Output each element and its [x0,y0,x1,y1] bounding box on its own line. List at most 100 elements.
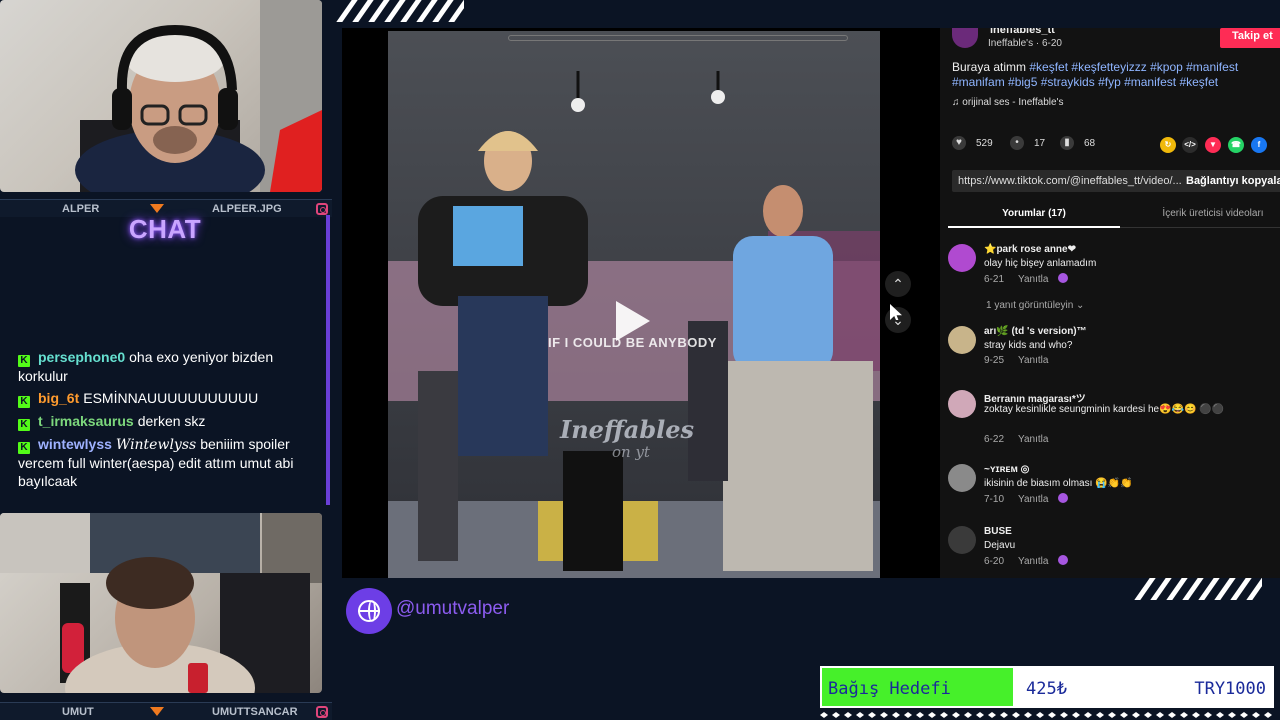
video-description: Buraya atimm #keşfet #keşfetteyizzz #kpo… [952,60,1272,90]
globe-icon [346,588,392,634]
instagram-icon [316,706,328,718]
comment-count: 17 [1034,138,1046,149]
comment-date: 6-22 [984,434,1005,445]
comment-text: Dejavu [984,540,1016,551]
send-icon[interactable]: ▼ [1205,137,1221,153]
kick-badge-icon: K [18,419,30,431]
chat-message: Kwintewlyss Wintewlyss beniiim spoiler ver… [18,435,318,490]
commenter-name[interactable]: ⭐park rose anne❤ [984,244,1076,255]
comment-text: ikisinin de biasım olması 😭👏👏 [984,478,1133,489]
comment-meta: 6-20 Yanıtla [984,555,1069,567]
commenter-name[interactable]: arı🌿 (td 's version)™ [984,326,1087,337]
donation-goal-target: TRY1000 [1194,679,1266,699]
chevron-down-icon [150,707,164,716]
panel-tabs: Yorumlar (17) İçerik üreticisi videoları [948,204,1280,228]
heart-icon[interactable]: ♥ [952,136,966,150]
share-url-box[interactable]: https://www.tiktok.com/@ineffables_tt/vi… [952,170,1280,192]
tiktok-side-panel: ineffables_tt Ineffable's · 6-20 Takip e… [940,28,1280,578]
reply-button[interactable]: Yanıtla [1018,434,1048,445]
streamer-handle: @umutvalper [396,598,510,619]
webcam-bottom-left-name: UMUT [62,706,94,718]
webcam-top [0,0,322,192]
follow-button[interactable]: Takip et [1220,28,1280,48]
video-progress-bar[interactable] [508,35,848,41]
comment-text: olay hiç bişey anlamadım [984,258,1097,269]
chat-username: persephone0 [38,349,126,365]
chat-title: CHAT [128,214,202,244]
chat-message: Kt_irmaksaurus derken skz [18,412,318,431]
view-replies-button[interactable]: 1 yanıt görüntüleyin ⌄ [986,300,1084,311]
comment-text: zoktay kesinlikle seungminin kardesi he😍… [984,404,1225,415]
comment-date: 6-20 [984,556,1005,567]
share-repost-icon[interactable]: ↻ [1160,137,1176,153]
comment-icon[interactable]: • [1010,136,1024,150]
chevron-up-icon[interactable]: ⌃ [885,271,911,297]
comment-meta: 7-10 Yanıtla [984,493,1069,505]
share-url: https://www.tiktok.com/@ineffables_tt/vi… [958,175,1182,187]
webcam-bottom-right-name: UMUTTSANCAR [212,706,298,718]
tiktok-video-player[interactable]: IF I COULD BE ANYBODY Ineffables on yt [388,31,880,578]
chat-username: t_irmaksaurus [38,413,134,429]
comment-date: 9-25 [984,355,1005,366]
commenter-avatar[interactable] [948,390,976,418]
like-count: 529 [976,138,993,149]
description-text: Buraya atimm [952,60,1027,74]
sound-link[interactable]: ♫ orijinal ses - Ineffable's [952,97,1064,108]
badge-icon [1058,555,1069,565]
author-meta: Ineffable's · 6-20 [988,38,1062,49]
tab-creator-videos[interactable]: İçerik üreticisi videoları [1138,208,1280,219]
author-avatar[interactable] [952,28,978,48]
bookmark-icon[interactable]: ▮ [1060,136,1074,150]
chat-emote: Wintewlyss [115,437,197,453]
comment-text: stray kids and who? [984,340,1073,351]
comment-date: 7-10 [984,494,1005,505]
comment-meta: 6-21 Yanıtla [984,273,1069,285]
reply-button[interactable]: Yanıtla [1018,274,1048,285]
commenter-avatar[interactable] [948,526,976,554]
commenter-name[interactable]: Berranın magarası*ツ [984,390,1086,405]
comment-meta: 6-22 Yanıtla [984,434,1048,445]
chat-messages: Kpersephone0 oha exo yeniyor bizden korku… [18,348,318,494]
video-watermark-sub: on yt [612,443,650,461]
top-stripe-decoration [334,0,464,22]
video-caption: IF I COULD BE ANYBODY [548,335,717,350]
commenter-avatar[interactable] [948,244,976,272]
chat-username: big_6t [38,390,80,406]
facebook-icon[interactable]: f [1251,137,1267,153]
comment-date: 6-21 [984,274,1005,285]
reply-button[interactable]: Yanıtla [1018,355,1048,366]
bottom-stripe-decoration [1132,578,1262,600]
kick-badge-icon: K [18,396,30,408]
tiktok-browser-view: IF I COULD BE ANYBODY Ineffables on yt ⌃… [342,28,1280,578]
reply-button[interactable]: Yanıtla [1018,556,1048,567]
reply-button[interactable]: Yanıtla [1018,494,1048,505]
left-overlay-column: ALPER ALPEER.JPG CHAT Kpersephone0 oha ex… [0,0,332,720]
commenter-name[interactable]: BUSE [984,526,1012,537]
commenter-avatar[interactable] [948,464,976,492]
donation-goal-bar: Bağış Hedefi 425₺ TRY1000 [820,666,1274,708]
chat-border-accent [326,215,330,505]
chat-username: wintewlyss [38,436,112,452]
commenter-avatar[interactable] [948,326,976,354]
chat-message: Kbig_6t ESMİNNAUUUUUUUUUUU [18,389,318,408]
video-watermark: Ineffables [560,415,695,444]
embed-icon[interactable]: </> [1182,137,1198,153]
chat-message: Kpersephone0 oha exo yeniyor bizden korku… [18,348,318,385]
donation-goal-label: Bağış Hedefi [828,679,951,699]
comment-meta: 9-25 Yanıtla [984,355,1048,366]
chat-text: derken skz [137,413,206,429]
donation-goal-current: 425₺ [1026,679,1067,699]
whatsapp-icon[interactable]: ☎ [1228,137,1244,153]
chevron-down-icon[interactable]: ⌄ [885,307,911,333]
goal-bar-decoration [820,712,1274,718]
copy-link-button[interactable]: Bağlantıyı kopyala [1186,175,1280,187]
badge-icon [1058,273,1069,283]
tab-comments[interactable]: Yorumlar (17) [948,208,1120,228]
stream-overlay: ALPER ALPEER.JPG CHAT Kpersephone0 oha ex… [0,0,1280,720]
kick-badge-icon: K [18,442,30,454]
commenter-name[interactable]: ~ʏɪʀᴇᴍ ◎ [984,464,1029,475]
webcam-bottom-namebar: UMUT UMUTTSANCAR [0,702,332,720]
author-username[interactable]: ineffables_tt [990,28,1055,36]
badge-icon [1058,493,1069,503]
kick-badge-icon: K [18,355,30,367]
